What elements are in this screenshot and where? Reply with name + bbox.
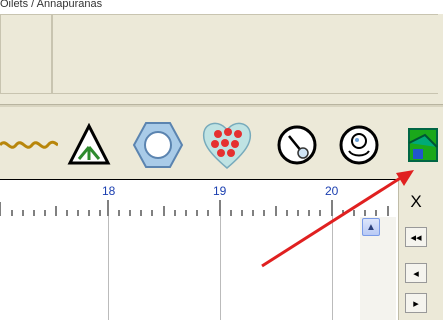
chevron-up-icon: ▲	[366, 221, 376, 233]
symbol-toolbar	[0, 112, 443, 178]
vertical-scrollbar[interactable]: ▲	[360, 217, 396, 320]
heart-dots-symbol-icon[interactable]	[196, 112, 258, 178]
top-strip: Oilets / Annapuranas	[0, 0, 443, 14]
ruler-label-20: 20	[325, 184, 339, 198]
right-panel	[52, 14, 438, 94]
face-symbol-icon[interactable]	[330, 112, 388, 178]
double-left-arrow-icon: ◂◂	[410, 231, 422, 244]
top-text: Oilets / Annapuranas	[0, 0, 103, 10]
close-button[interactable]: X	[405, 192, 427, 212]
fast-back-button[interactable]: ◂◂	[405, 227, 427, 247]
toolbar-separator	[0, 104, 443, 107]
chain-symbol-icon[interactable]	[0, 112, 58, 178]
forward-button[interactable]: ▸	[405, 293, 427, 313]
ruler-label-18: 18	[102, 184, 116, 198]
scroll-up-button[interactable]: ▲	[362, 218, 380, 236]
navigation-panel: X ◂◂ ◂ ▸	[398, 179, 443, 320]
ruler-label-19: 19	[213, 184, 227, 198]
triangle-y-symbol-icon[interactable]	[64, 112, 114, 178]
hexagon-symbol-icon[interactable]	[128, 112, 188, 178]
horizontal-ruler: 18 19 20	[0, 179, 398, 218]
green-image-symbol-icon[interactable]	[402, 112, 443, 178]
compass-symbol-icon[interactable]	[270, 112, 324, 178]
right-arrow-icon: ▸	[413, 297, 419, 310]
left-arrow-icon: ◂	[413, 267, 419, 280]
left-panel	[0, 14, 52, 94]
grid-line	[220, 216, 221, 320]
drawing-canvas[interactable]	[0, 216, 398, 320]
grid-line	[108, 216, 109, 320]
back-button[interactable]: ◂	[405, 263, 427, 283]
close-icon: X	[410, 192, 422, 211]
grid-line	[332, 216, 333, 320]
